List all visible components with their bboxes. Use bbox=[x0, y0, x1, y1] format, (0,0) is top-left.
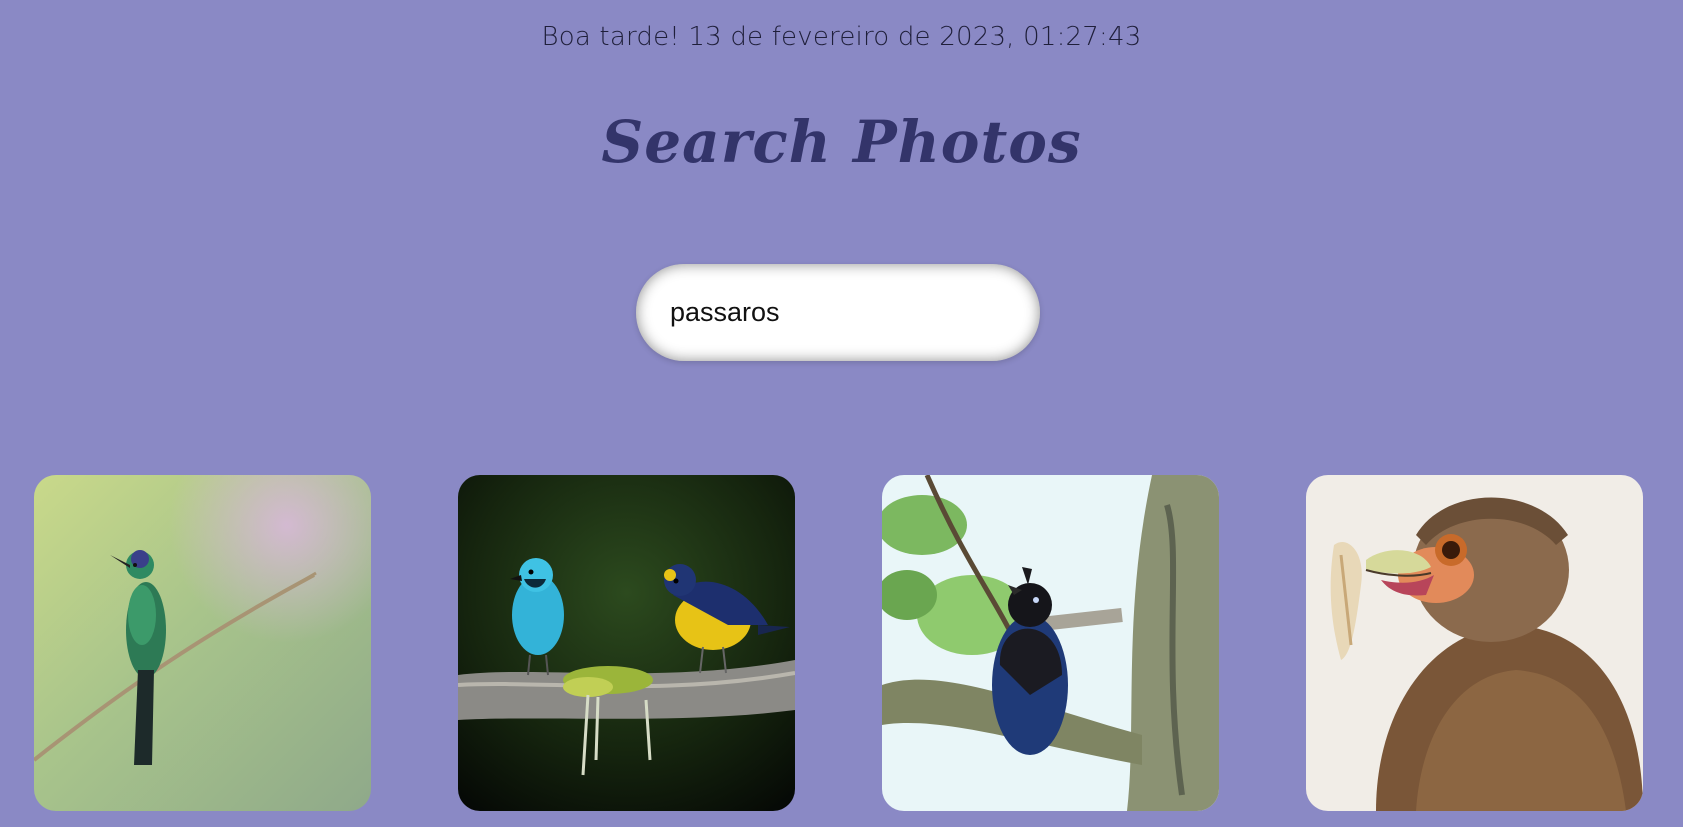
photo-card-3[interactable] bbox=[882, 475, 1219, 811]
search-input[interactable] bbox=[670, 297, 1000, 328]
photo-two-birds bbox=[458, 475, 795, 811]
photo-grid bbox=[34, 475, 1644, 811]
photo-card-1[interactable] bbox=[34, 475, 371, 811]
greeting-text: Boa tarde! 13 de fevereiro de 2023, 01:2… bbox=[541, 22, 1142, 52]
photo-caracara bbox=[1306, 475, 1643, 811]
photo-jay bbox=[882, 475, 1219, 811]
search-box[interactable] bbox=[636, 264, 1040, 361]
photo-hummingbird bbox=[34, 475, 371, 811]
photo-card-2[interactable] bbox=[458, 475, 795, 811]
page-title: Search Photos bbox=[601, 108, 1082, 176]
photo-card-4[interactable] bbox=[1306, 475, 1643, 811]
